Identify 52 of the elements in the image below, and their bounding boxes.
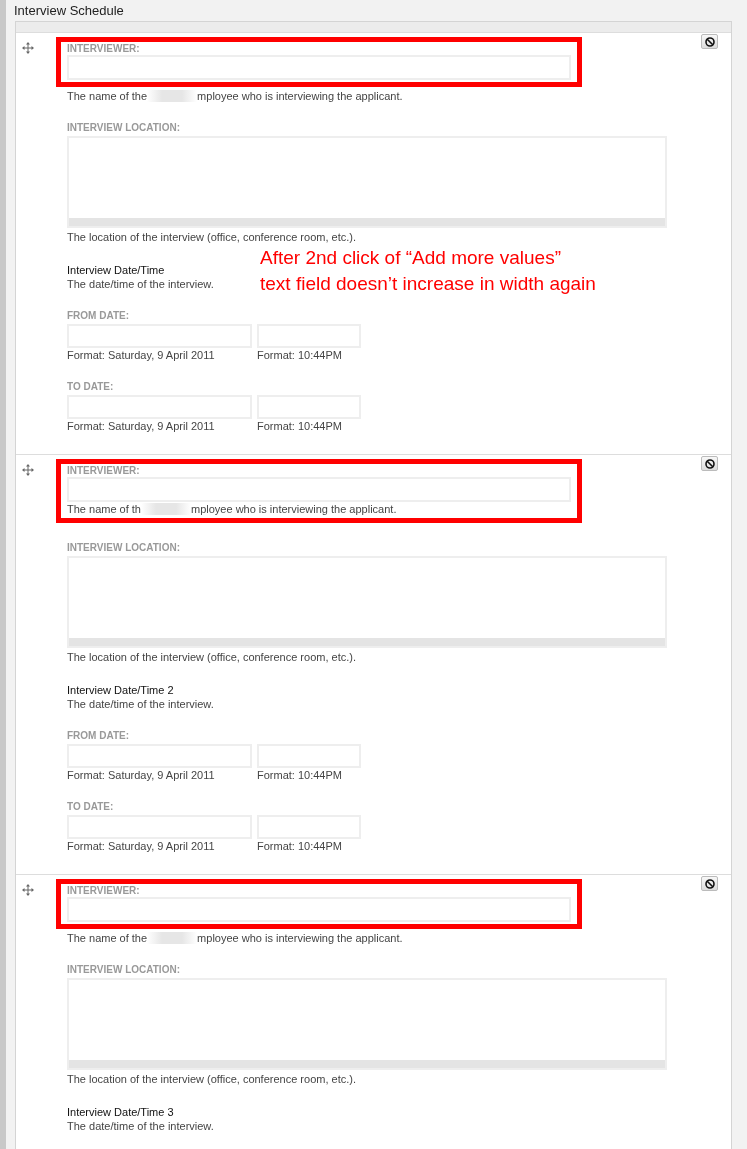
field-description: The name of the <box>67 931 148 945</box>
blurred-text <box>141 503 191 515</box>
field-label: INTERVIEWER: <box>67 465 140 477</box>
remove-button[interactable] <box>701 456 718 471</box>
text-area[interactable] <box>67 556 667 648</box>
drag-handle-icon[interactable] <box>22 464 34 476</box>
fieldset-title: Interview Date/Time <box>67 263 165 277</box>
field-description: mployee who is interviewing the applicant. <box>197 89 403 103</box>
field-description: The name of th <box>67 502 141 516</box>
blurred-text <box>147 932 198 944</box>
prohibited-icon <box>704 36 715 47</box>
field-label: FROM DATE: <box>67 310 130 322</box>
field-label: TO DATE: <box>67 801 114 813</box>
field-description: The name of the <box>67 89 148 103</box>
field-description: The location of the interview (office, conference room, etc.). <box>67 650 356 664</box>
text-field[interactable] <box>67 477 571 502</box>
field-label: INTERVIEWER: <box>67 885 140 897</box>
text-area[interactable] <box>67 136 667 228</box>
field-label: TO DATE: <box>67 381 114 393</box>
remove-button[interactable] <box>701 876 718 891</box>
prohibited-icon <box>704 878 715 889</box>
remove-button[interactable] <box>701 34 718 49</box>
format-hint: Format: 10:44PM <box>257 348 342 362</box>
format-hint: Format: 10:44PM <box>257 768 342 782</box>
field-label: INTERVIEW LOCATION: <box>67 964 180 976</box>
field-label: INTERVIEW LOCATION: <box>67 542 180 554</box>
format-hint: Format: Saturday, 9 April 2011 <box>67 348 216 362</box>
drag-handle-icon[interactable] <box>22 884 34 896</box>
fieldset-title: Interview Date/Time 3 <box>67 1105 174 1119</box>
blurred-text <box>147 90 198 102</box>
text-area[interactable] <box>67 978 667 1070</box>
field-description: mployee who is interviewing the applicant. <box>191 502 397 516</box>
field-description: The location of the interview (office, conference room, etc.). <box>67 1072 356 1086</box>
field-label: INTERVIEW LOCATION: <box>67 122 180 134</box>
field-description: The date/time of the interview. <box>67 1119 214 1133</box>
field-description: The location of the interview (office, conference room, etc.). <box>67 230 356 244</box>
format-hint: Format: Saturday, 9 April 2011 <box>67 839 216 853</box>
format-hint: Format: 10:44PM <box>257 419 342 433</box>
field-description: mployee who is interviewing the applicant. <box>197 931 403 945</box>
format-hint: Format: 10:44PM <box>257 839 342 853</box>
annotation-text: After 2nd click of “Add more values” <box>260 246 562 270</box>
drag-handle-icon[interactable] <box>22 42 34 54</box>
annotation-text: text field doesn’t increase in width again <box>260 272 596 296</box>
format-hint: Format: Saturday, 9 April 2011 <box>67 768 216 782</box>
section-title: Interview Schedule <box>14 2 124 20</box>
fieldset-title: Interview Date/Time 2 <box>67 683 174 697</box>
format-hint: Format: Saturday, 9 April 2011 <box>67 419 216 433</box>
prohibited-icon <box>704 458 715 469</box>
field-label: INTERVIEWER: <box>67 43 140 55</box>
field-description: The date/time of the interview. <box>67 277 214 291</box>
field-label: FROM DATE: <box>67 730 130 742</box>
field-description: The date/time of the interview. <box>67 697 214 711</box>
